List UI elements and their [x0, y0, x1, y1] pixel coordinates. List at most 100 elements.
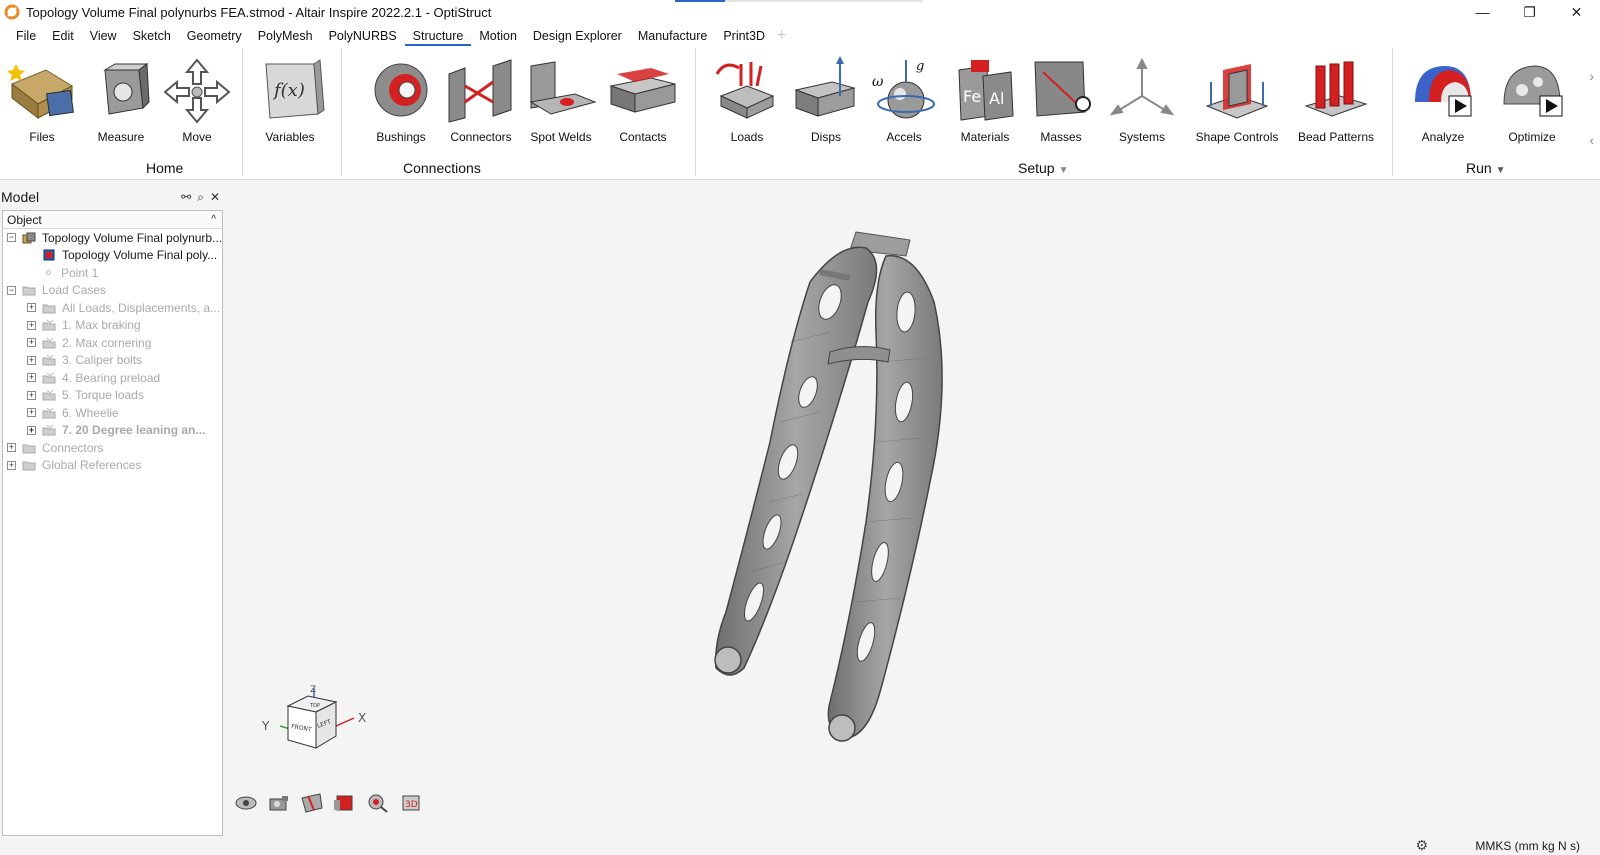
- tree-row-label: 3. Caliper bolts: [62, 353, 143, 368]
- add-ribbon-icon[interactable]: +: [777, 27, 786, 45]
- contacts-tool[interactable]: Contacts: [604, 56, 682, 150]
- move-icon: [163, 58, 231, 124]
- tree-row[interactable]: + All Loads, Displacements, a...: [3, 299, 222, 317]
- shape-controls-icon: [1205, 64, 1269, 119]
- menu-design-explorer[interactable]: Design Explorer: [525, 24, 630, 48]
- setup-group-label[interactable]: Setup ▼: [1018, 160, 1068, 176]
- menu-edit[interactable]: Edit: [44, 24, 82, 48]
- axis-y-label: Y: [261, 719, 270, 733]
- assembly-icon: [22, 232, 36, 244]
- tree-row[interactable]: +6. Wheelie: [3, 404, 222, 422]
- viewcube-top-label: TOP: [309, 703, 320, 709]
- connectors-tool[interactable]: Connectors: [442, 56, 520, 150]
- analyze-tool[interactable]: Analyze: [1404, 56, 1482, 150]
- tree-row[interactable]: +4. Bearing preload: [3, 369, 222, 387]
- files-tool[interactable]: Files: [3, 56, 81, 150]
- tree-row[interactable]: − Load Cases: [3, 282, 222, 300]
- tree-expander-icon[interactable]: +: [7, 460, 16, 470]
- masses-icon: [1034, 61, 1091, 117]
- tree-row[interactable]: +2. Max cornering: [3, 334, 222, 352]
- masses-label: Masses: [1040, 130, 1082, 144]
- ribbon-scroll-left-icon[interactable]: ‹: [1589, 132, 1594, 148]
- systems-tool[interactable]: Systems: [1103, 56, 1181, 150]
- tree-expander-icon[interactable]: +: [27, 408, 36, 418]
- menu-structure[interactable]: Structure: [404, 24, 472, 48]
- tree-column-header[interactable]: Object ^: [3, 211, 222, 229]
- menu-sketch[interactable]: Sketch: [125, 24, 179, 48]
- tree-expander-icon[interactable]: −: [7, 285, 16, 295]
- tree-row[interactable]: +1. Max braking: [3, 317, 222, 335]
- render-mode-icon[interactable]: [333, 792, 357, 814]
- model-panel-title: Model: [1, 189, 40, 205]
- tree-row[interactable]: +3. Caliper bolts: [3, 352, 222, 370]
- tree-expander-icon[interactable]: +: [27, 425, 36, 435]
- svg-text:f(x): f(x): [272, 80, 305, 101]
- bead-patterns-icon: [1304, 61, 1368, 117]
- spot-welds-tool[interactable]: Spot Welds: [522, 56, 600, 150]
- close-icon[interactable]: ✕: [210, 190, 220, 205]
- analyze-icon: [1415, 66, 1472, 117]
- optimize-tool[interactable]: Optimize: [1493, 56, 1571, 150]
- move-label: Move: [182, 130, 212, 144]
- search-icon[interactable]: ⌕: [197, 190, 204, 205]
- menu-motion[interactable]: Motion: [471, 24, 525, 48]
- tree-expander-icon[interactable]: +: [27, 373, 36, 383]
- visibility-eye-icon[interactable]: [234, 792, 258, 814]
- binoculars-icon[interactable]: ⚯: [181, 190, 191, 205]
- tree-expander-icon[interactable]: +: [27, 355, 36, 365]
- tree-row-label: All Loads, Displacements, a...: [62, 300, 221, 315]
- tree-expander-icon[interactable]: +: [27, 390, 36, 400]
- masses-tool[interactable]: Masses: [1022, 56, 1100, 150]
- unit-system-selector[interactable]: MMKS (mm kg N s): [1475, 839, 1580, 853]
- shape-controls-tool[interactable]: Shape Controls: [1196, 56, 1278, 150]
- tree-row-label: 7. 20 Degree leaning an...: [62, 423, 206, 438]
- variables-label: Variables: [265, 130, 315, 144]
- minimize-button[interactable]: —: [1459, 0, 1506, 24]
- tree-row[interactable]: Point 1: [3, 264, 222, 282]
- camera-icon[interactable]: [267, 792, 291, 814]
- bushings-label: Bushings: [376, 130, 426, 144]
- loads-tool[interactable]: Loads: [708, 56, 786, 150]
- modeling-viewport[interactable]: TOP FRONT LEFT X Y Z 3D: [226, 182, 1600, 832]
- view-toolbar: 3D: [234, 792, 423, 814]
- run-group-label[interactable]: Run ▼: [1466, 160, 1505, 176]
- tree-row[interactable]: +7. 20 Degree leaning an...: [3, 422, 222, 440]
- bushings-tool[interactable]: Bushings: [362, 56, 440, 150]
- section-cut-icon[interactable]: [300, 792, 324, 814]
- variables-tool[interactable]: f(x) Variables: [251, 56, 329, 150]
- tree-row-label: Connectors: [42, 440, 104, 455]
- tree-expander-icon[interactable]: +: [27, 320, 36, 330]
- topology-fork-model[interactable]: [690, 222, 1020, 762]
- tree-row[interactable]: Topology Volume Final poly...: [3, 247, 222, 265]
- ribbon-scroll-right-icon[interactable]: ›: [1589, 68, 1594, 84]
- menu-geometry[interactable]: Geometry: [179, 24, 250, 48]
- disps-tool[interactable]: Disps: [787, 56, 865, 150]
- settings-gear-icon[interactable]: ⚙: [1415, 837, 1428, 854]
- menu-file[interactable]: File: [8, 24, 44, 48]
- sort-up-icon[interactable]: ^: [211, 214, 216, 225]
- menu-manufacture[interactable]: Manufacture: [630, 24, 715, 48]
- tree-row[interactable]: + Connectors: [3, 439, 222, 457]
- optimize-label: Optimize: [1508, 130, 1556, 144]
- bead-patterns-tool[interactable]: Bead Patterns: [1297, 56, 1375, 150]
- tree-expander-icon[interactable]: +: [27, 338, 36, 348]
- maximize-button[interactable]: ❐: [1506, 0, 1553, 24]
- tree-expander-icon[interactable]: −: [7, 233, 16, 243]
- measure-tool[interactable]: Measure: [82, 56, 160, 150]
- menu-view[interactable]: View: [82, 24, 125, 48]
- view-3d-icon[interactable]: 3D: [399, 792, 423, 814]
- tree-row[interactable]: +5. Torque loads: [3, 387, 222, 405]
- menu-print3d[interactable]: Print3D: [715, 24, 773, 48]
- move-tool[interactable]: Move: [158, 56, 236, 150]
- materials-tool[interactable]: Fe Al Materials: [946, 56, 1024, 150]
- tree-row[interactable]: + Global References: [3, 457, 222, 475]
- view-cube[interactable]: TOP FRONT LEFT X Y Z: [254, 682, 374, 772]
- menu-polynurbs[interactable]: PolyNURBS: [321, 24, 405, 48]
- tree-expander-icon[interactable]: +: [27, 303, 36, 313]
- zoom-icon[interactable]: [366, 792, 390, 814]
- tree-expander-icon[interactable]: +: [7, 443, 16, 453]
- close-window-button[interactable]: ✕: [1553, 0, 1600, 24]
- accels-tool[interactable]: ω g Accels: [865, 56, 943, 150]
- tree-row[interactable]: − Topology Volume Final polynurb...: [3, 229, 222, 247]
- menu-polymesh[interactable]: PolyMesh: [250, 24, 321, 48]
